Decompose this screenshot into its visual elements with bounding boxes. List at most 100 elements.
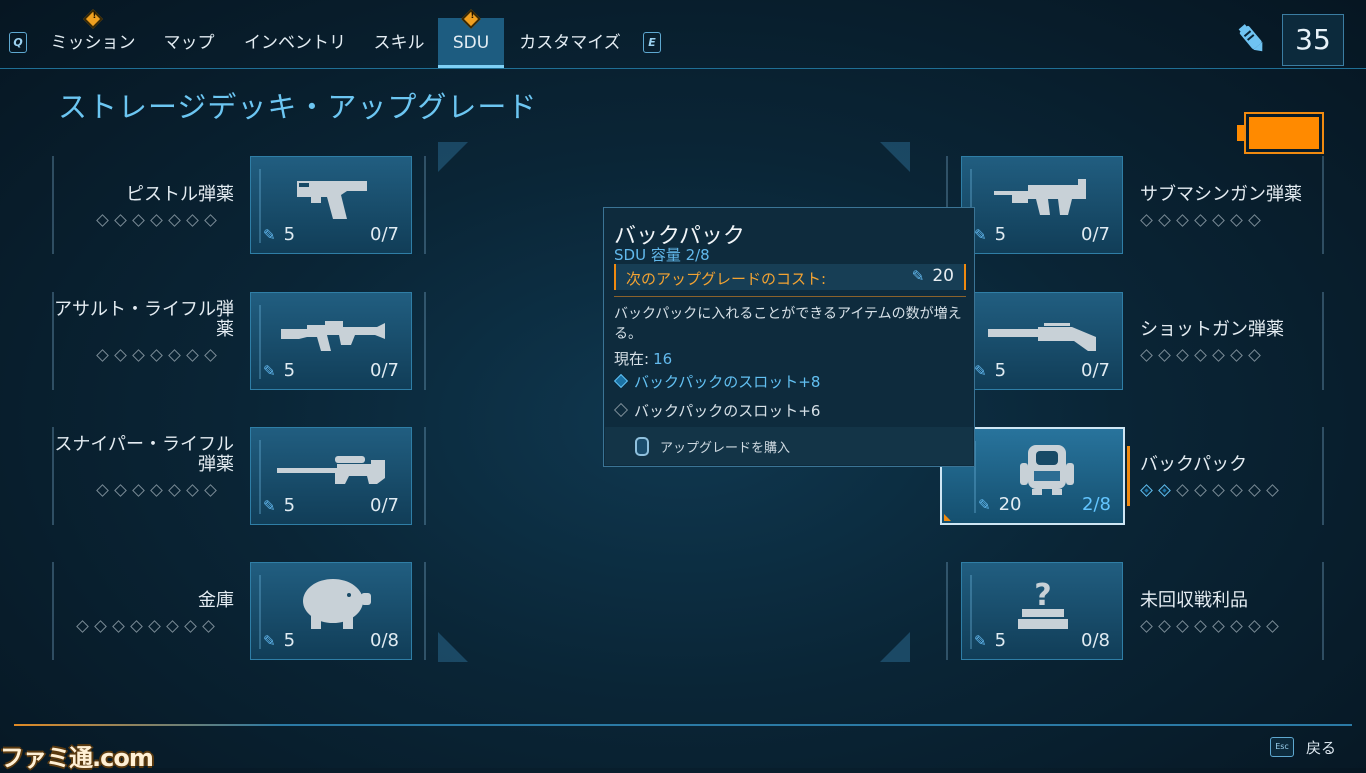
empty-pip-icon xyxy=(1176,214,1189,227)
empty-pip-icon xyxy=(76,620,89,633)
unclaimed-loot-progress: 0/8 xyxy=(1081,630,1110,651)
sniper-rifle-ammo-card[interactable]: ✎ 5 0/7 xyxy=(250,427,412,525)
empty-pip-icon xyxy=(1176,484,1189,497)
sniper-rifle-icon xyxy=(277,456,385,484)
smg-ammo-pips xyxy=(1140,214,1261,228)
selection-accent xyxy=(1127,446,1130,506)
pistol-ammo-card[interactable]: ✎ 5 0/7 xyxy=(250,156,412,254)
filled-diamond-icon xyxy=(613,373,629,389)
next-upgrade-cost-value: 20 xyxy=(932,266,954,286)
empty-pip-icon xyxy=(168,484,181,497)
safe-progress: 0/8 xyxy=(370,630,399,651)
empty-pip-icon xyxy=(166,620,179,633)
empty-pip-icon xyxy=(130,620,143,633)
empty-pip-icon xyxy=(1266,484,1279,497)
sniper-rifle-ammo-progress: 0/7 xyxy=(370,495,399,516)
cost-icon: ✎ xyxy=(911,267,925,285)
empty-pip-icon xyxy=(204,349,217,362)
sniper-rifle-ammo-label: スナイパー・ライフル弾薬 xyxy=(54,434,234,475)
empty-pip-icon xyxy=(186,484,199,497)
tab-skills[interactable]: スキル xyxy=(366,18,432,68)
unclaimed-loot-label: 未回収戦利品 xyxy=(1140,590,1248,611)
upgrade-tooltip: バックパック SDU 容量 2/8 次のアップグレードのコスト: ✎ 20 バック… xyxy=(603,207,975,467)
tooltip-divider xyxy=(614,296,966,297)
cost-icon: ✎ xyxy=(263,362,276,380)
cost-icon: ✎ xyxy=(263,226,276,244)
filled-pip-icon xyxy=(1140,484,1153,497)
esc-key[interactable]: Esc xyxy=(1270,737,1294,757)
empty-pip-icon xyxy=(1140,349,1153,362)
empty-pip-icon xyxy=(1230,620,1243,633)
shotgun-icon xyxy=(988,323,1096,351)
empty-pip-icon xyxy=(1230,484,1243,497)
smg-ammo-card[interactable]: ✎ 5 0/7 xyxy=(961,156,1123,254)
sniper-rifle-ammo-pips xyxy=(96,484,217,498)
empty-pip-icon xyxy=(1266,620,1279,633)
top-nav-bar: Q ミッション マップ インベントリ スキル SDU カスタマイズ E 35 xyxy=(0,0,1366,69)
empty-pip-icon xyxy=(168,214,181,227)
purchase-upgrade-action[interactable]: アップグレードを購入 xyxy=(605,427,973,465)
empty-pip-icon xyxy=(114,484,127,497)
empty-pip-icon xyxy=(1140,214,1153,227)
empty-pip-icon xyxy=(114,349,127,362)
empty-pip-icon xyxy=(1212,484,1225,497)
pencil-cell-icon xyxy=(1238,24,1263,52)
tab-map[interactable]: マップ xyxy=(156,18,222,68)
safe-card[interactable]: ✎ 5 0/8 xyxy=(250,562,412,660)
assault-rifle-ammo-card[interactable]: ✎ 5 0/7 xyxy=(250,292,412,390)
empty-pip-icon xyxy=(186,349,199,362)
empty-pip-icon xyxy=(96,349,109,362)
next-upgrade-cost-row: 次のアップグレードのコスト: ✎ 20 xyxy=(614,264,966,290)
unclaimed-loot-pips xyxy=(1140,620,1279,634)
smg-ammo-progress: 0/7 xyxy=(1081,224,1110,245)
current-value-row: 現在: 16 xyxy=(614,350,673,368)
empty-pip-icon xyxy=(1158,349,1171,362)
empty-pip-icon xyxy=(1158,620,1171,633)
cost-icon: ✎ xyxy=(974,226,987,244)
tab-missions[interactable]: ミッション xyxy=(44,18,142,68)
empty-pip-icon xyxy=(148,620,161,633)
empty-pip-icon xyxy=(1248,349,1261,362)
filled-pip-icon xyxy=(1158,484,1171,497)
empty-pip-icon xyxy=(1140,620,1153,633)
cost-icon: ✎ xyxy=(974,632,987,650)
empty-pip-icon xyxy=(1230,349,1243,362)
empty-pip-icon xyxy=(150,349,163,362)
pistol-ammo-progress: 0/7 xyxy=(370,224,399,245)
shotgun-ammo-card[interactable]: ✎ 5 0/7 xyxy=(961,292,1123,390)
selection-corner-mark xyxy=(944,514,951,521)
cost-icon: ✎ xyxy=(978,496,991,514)
next-tab-key[interactable]: E xyxy=(643,32,661,53)
empty-pip-icon xyxy=(1248,484,1261,497)
empty-pip-icon xyxy=(112,620,125,633)
empty-pip-icon xyxy=(202,620,215,633)
shotgun-ammo-pips xyxy=(1140,349,1261,363)
empty-pip-icon xyxy=(114,214,127,227)
empty-pip-icon xyxy=(1212,214,1225,227)
cost-icon: ✎ xyxy=(263,632,276,650)
empty-pip-icon xyxy=(132,484,145,497)
smg-icon xyxy=(994,179,1086,215)
tab-inventory[interactable]: インベントリ xyxy=(236,18,354,68)
assault-rifle-ammo-label: アサルト・ライフル弾薬 xyxy=(54,299,234,340)
empty-pip-icon xyxy=(94,620,107,633)
prev-tab-key[interactable]: Q xyxy=(9,32,27,53)
tooltip-description: バックパックに入れることができるアイテムの数が増える。 xyxy=(614,306,962,342)
currency-counter: 35 xyxy=(1282,14,1344,66)
empty-pip-icon xyxy=(1158,214,1171,227)
empty-pip-icon xyxy=(96,484,109,497)
safe-label: 金庫 xyxy=(198,590,234,611)
empty-pip-icon xyxy=(1212,349,1225,362)
empty-pip-icon xyxy=(204,214,217,227)
empty-pip-icon xyxy=(204,484,217,497)
purchase-upgrade-label: アップグレードを購入 xyxy=(660,441,791,456)
battery-fill xyxy=(1249,117,1319,149)
next-upgrade-cost-label: 次のアップグレードのコスト: xyxy=(626,270,827,288)
tab-customize[interactable]: カスタマイズ xyxy=(512,18,628,68)
empty-pip-icon xyxy=(132,349,145,362)
assault-rifle-icon xyxy=(281,321,385,351)
empty-pip-icon xyxy=(96,214,109,227)
unclaimed-loot-card[interactable]: ? ✎ 5 0/8 xyxy=(961,562,1123,660)
back-button[interactable]: 戻る xyxy=(1306,737,1336,758)
empty-pip-icon xyxy=(1248,620,1261,633)
